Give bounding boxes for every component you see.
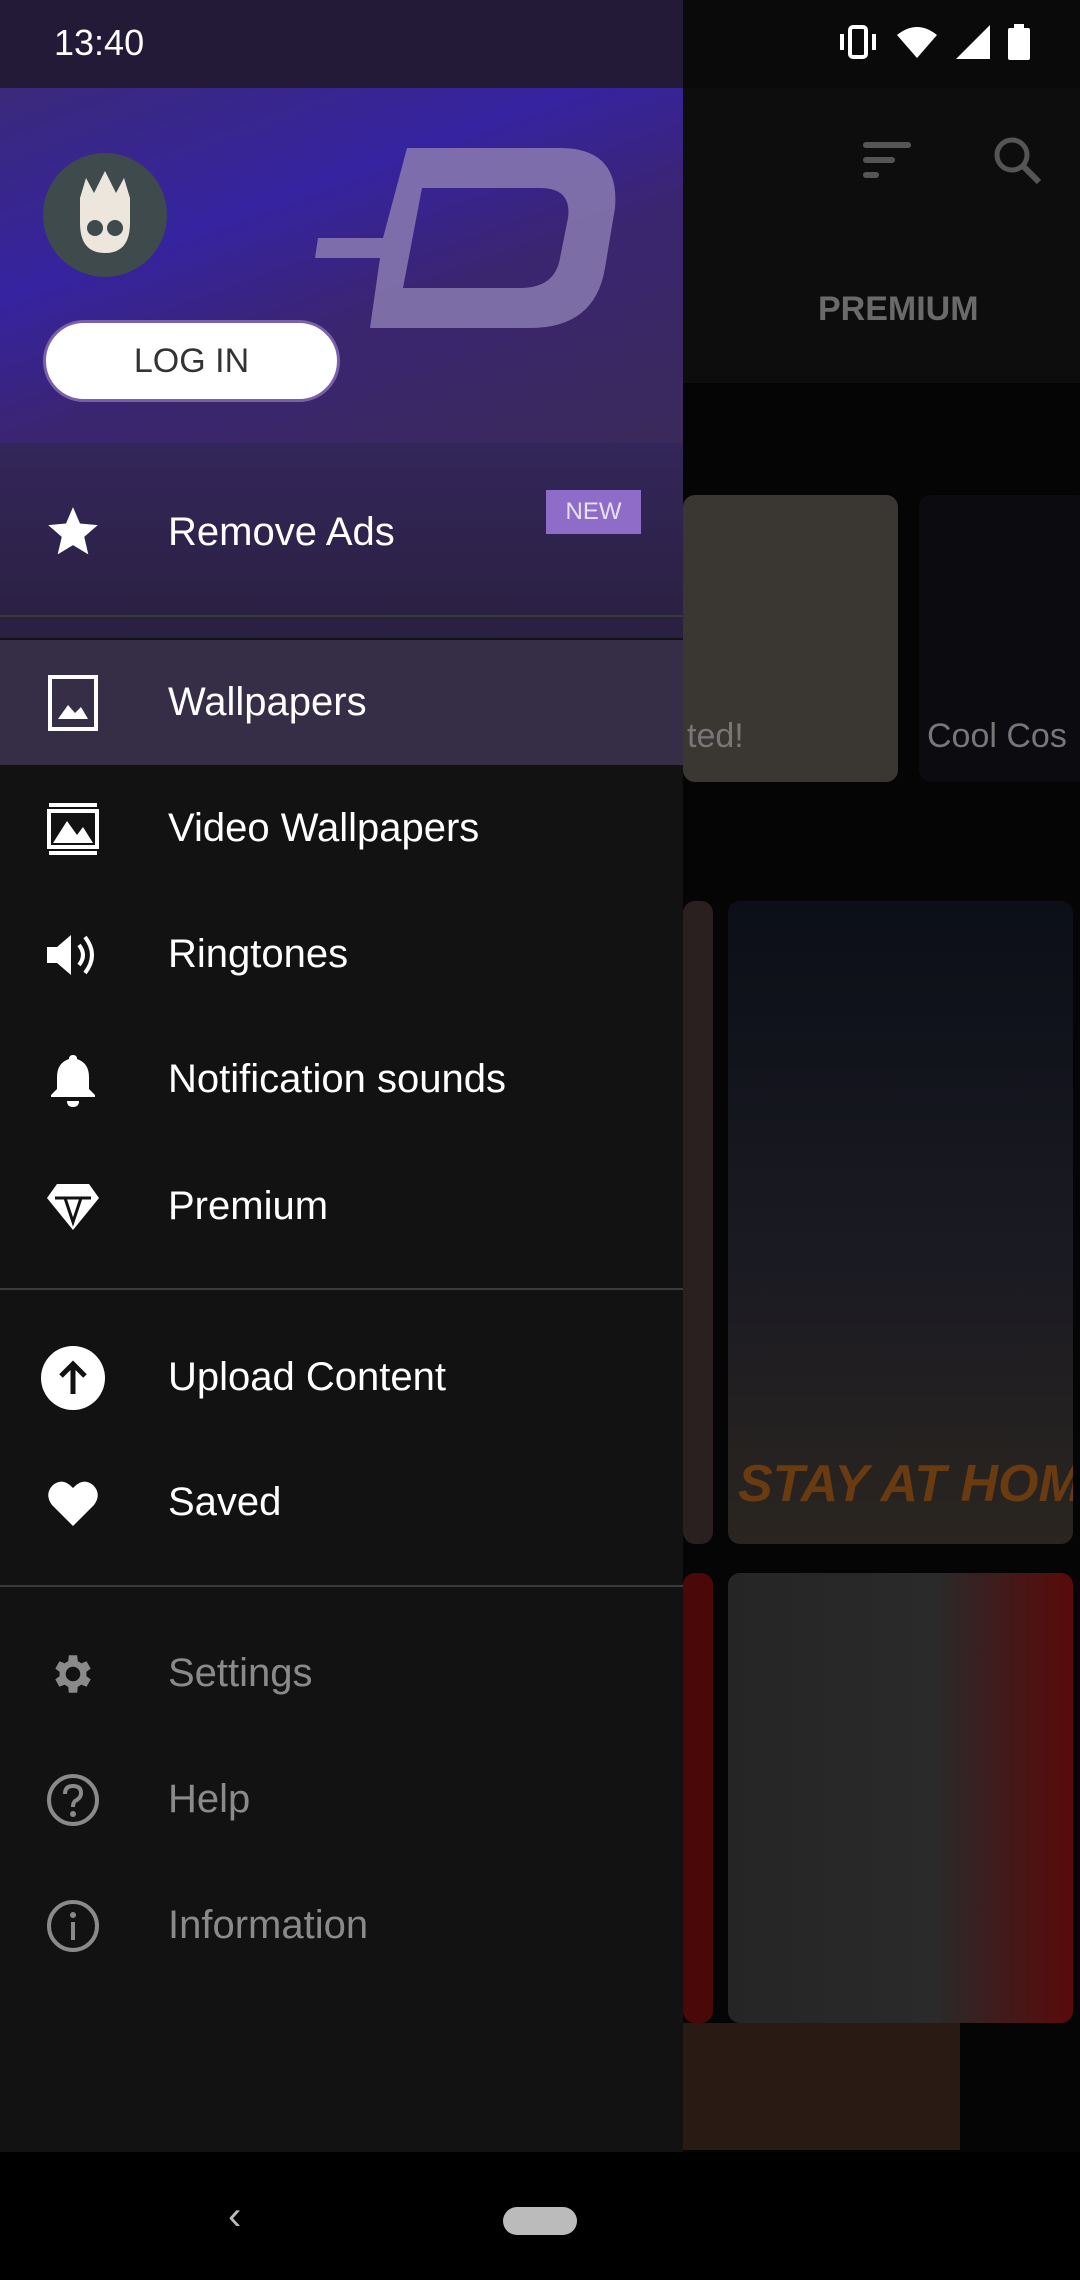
upload-icon <box>41 1345 105 1410</box>
menu-item-notification-sounds[interactable]: Notification sounds <box>0 1017 683 1142</box>
wallpaper-thumb[interactable] <box>683 901 713 1544</box>
wallpaper-text: STAY AT HOME <box>738 1455 1073 1513</box>
navigation-drawer: LOG IN Remove Ads NEW Wallpapers Video W… <box>0 88 683 2152</box>
signal-icon <box>956 25 990 59</box>
image-icon <box>48 674 98 731</box>
back-icon[interactable]: ‹ <box>228 2194 241 2239</box>
wallpaper-thumb[interactable]: STAY AT HOME <box>728 901 1073 1544</box>
menu-item-ringtones[interactable]: Ringtones <box>0 892 683 1017</box>
divider <box>0 615 683 617</box>
menu-item-label: Premium <box>168 1184 329 1228</box>
help-icon <box>47 1773 99 1826</box>
login-button[interactable]: LOG IN <box>43 320 340 402</box>
menu-item-upload-content[interactable]: Upload Content <box>0 1315 683 1440</box>
menu-item-label: Information <box>168 1903 369 1947</box>
menu-item-video-wallpapers[interactable]: Video Wallpapers <box>0 766 683 891</box>
new-badge: NEW <box>546 490 641 534</box>
clock: 13:40 <box>54 22 145 63</box>
featured-card[interactable]: Cool Cos <box>919 495 1080 782</box>
status-bar: 13:40 <box>0 0 1080 88</box>
gear-icon <box>55 1654 91 1693</box>
video-wallpaper-icon <box>47 802 99 855</box>
menu-item-label: Saved <box>168 1480 282 1524</box>
featured-card[interactable]: ted! <box>683 495 898 782</box>
card-caption: Cool Cos <box>927 717 1067 755</box>
zedge-logo-icon <box>315 148 616 328</box>
wallpaper-thumb[interactable] <box>728 1573 1073 2023</box>
diamond-icon <box>47 1183 99 1230</box>
wifi-icon <box>897 27 937 58</box>
wallpaper-thumb[interactable] <box>683 2023 960 2150</box>
menu-item-label: Notification sounds <box>168 1057 506 1101</box>
app-toolbar <box>683 88 1080 383</box>
menu-item-label: Ringtones <box>168 932 349 976</box>
menu-item-label: Remove Ads <box>168 510 395 554</box>
menu-item-label: Video Wallpapers <box>168 806 480 850</box>
star-icon <box>48 506 98 554</box>
divider <box>0 1288 683 1290</box>
main-content-dimmed: ted! Cool Cos STAY AT HOME <box>683 88 1080 2152</box>
menu-item-saved[interactable]: Saved <box>0 1440 683 1565</box>
vibrate-icon <box>840 25 876 59</box>
avatar[interactable] <box>43 153 167 277</box>
battery-icon <box>1008 24 1030 60</box>
menu-item-information[interactable]: Information <box>0 1863 683 1988</box>
mascot-icon <box>80 171 130 253</box>
sort-icon[interactable] <box>863 140 911 180</box>
tab-premium[interactable]: PREMIUM <box>818 290 979 329</box>
info-icon <box>47 1899 99 1952</box>
card-caption: ted! <box>687 717 744 755</box>
heart-icon <box>48 1481 98 1526</box>
menu-item-help[interactable]: Help <box>0 1737 683 1862</box>
menu-item-label: Wallpapers <box>168 680 367 724</box>
bell-icon <box>51 1054 95 1107</box>
divider <box>0 1585 683 1587</box>
menu-item-settings[interactable]: Settings <box>0 1611 683 1736</box>
menu-item-label: Help <box>168 1777 251 1821</box>
menu-item-label: Settings <box>168 1651 313 1695</box>
drawer-header: LOG IN <box>0 88 683 443</box>
search-icon[interactable] <box>993 136 1043 186</box>
menu-item-label: Upload Content <box>168 1355 446 1399</box>
wallpaper-thumb[interactable] <box>683 1573 713 2023</box>
speaker-icon <box>47 934 94 975</box>
menu-item-wallpapers[interactable]: Wallpapers <box>0 640 683 765</box>
menu-item-remove-ads[interactable]: Remove Ads NEW <box>0 470 683 595</box>
menu-item-premium[interactable]: Premium <box>0 1144 683 1269</box>
home-pill-button[interactable] <box>503 2207 577 2235</box>
remove-ads-section: Remove Ads NEW <box>0 443 683 638</box>
